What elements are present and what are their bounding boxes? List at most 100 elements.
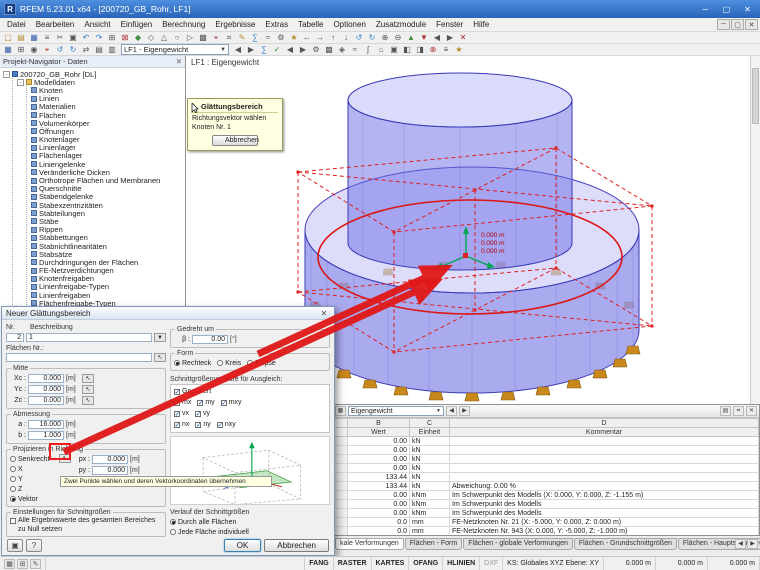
selected-node-marker[interactable]	[463, 253, 468, 258]
table-prev-button[interactable]: ◀	[446, 406, 457, 416]
table-tab[interactable]: Flächen - globale Verformungen	[463, 538, 573, 550]
table-loadcase-combo[interactable]: Eigengewicht ▼	[348, 406, 444, 416]
sg-checkbox[interactable]: my	[197, 398, 214, 408]
toolbar-icon[interactable]: ▩	[197, 32, 209, 43]
radio-option[interactable]: Ellipse	[247, 358, 276, 368]
toolbar-icon[interactable]: ⚙	[310, 44, 322, 55]
pick-button[interactable]: ↖	[154, 353, 166, 362]
radio-option[interactable]: Kreis	[217, 358, 241, 368]
numeric-field[interactable]: 0.000	[92, 455, 128, 464]
cell-wert[interactable]: 0.00	[348, 509, 410, 518]
cell-einheit[interactable]: kN	[410, 482, 450, 491]
collapse-icon[interactable]: -	[17, 79, 24, 86]
cell-einheit[interactable]: kN	[410, 446, 450, 455]
toolbar-icon[interactable]: ↺	[54, 44, 66, 55]
table-tab[interactable]: Flächen - Form	[405, 538, 462, 550]
toolbar-icon[interactable]: ⊞	[15, 44, 27, 55]
toolbar-icon[interactable]: ○	[171, 32, 183, 43]
column-letter[interactable]: B	[348, 419, 410, 428]
dialog-close-icon[interactable]: ✕	[318, 309, 330, 318]
radio-option[interactable]: Rechteck	[174, 358, 211, 368]
cell-wert[interactable]: 133.44	[348, 473, 410, 482]
maximize-button[interactable]: ▢	[718, 3, 735, 16]
table-row[interactable]: 0.00kNmIm Schwerpunkt des Modells (X: 0.…	[334, 491, 759, 500]
tree-root[interactable]: - 200720_GB_Rohr [DL]	[3, 70, 185, 78]
menu-item[interactable]: Bearbeiten	[31, 20, 80, 29]
sg-checkbox[interactable]: mxy	[221, 398, 242, 408]
cell-kommentar[interactable]	[450, 455, 759, 464]
cell-kommentar[interactable]: Im Schwerpunkt des Modells (X: 0.000, Y:…	[450, 491, 759, 500]
close-button[interactable]: ✕	[739, 3, 756, 16]
toolbar-icon[interactable]: ▤	[93, 44, 105, 55]
status-icon[interactable]: ▦	[4, 559, 15, 569]
table-next-button[interactable]: ▶	[459, 406, 470, 416]
toolbar-icon[interactable]: ◧	[401, 44, 413, 55]
cell-wert[interactable]: 0.00	[348, 446, 410, 455]
cell-kommentar[interactable]: Abweichung: 0.00 %	[450, 482, 759, 491]
sg-checkbox[interactable]: nx	[174, 420, 189, 430]
child-minimize-button[interactable]: ─	[717, 19, 730, 30]
column-header[interactable]: Kommentar	[450, 428, 759, 437]
toolbar-icon[interactable]: ◈	[336, 44, 348, 55]
chevron-down-icon[interactable]: ▼	[154, 333, 166, 342]
numeric-field[interactable]: 0.000	[92, 466, 128, 475]
cell-wert[interactable]: 0.00	[348, 455, 410, 464]
table-row[interactable]: 133.44kNAbweichung: 0.00 %	[334, 482, 759, 491]
toolbar-icon[interactable]: ∑	[249, 32, 261, 43]
sg-checkbox[interactable]: ny	[195, 420, 210, 430]
tooltip-cancel-button[interactable]: Abbrechen	[212, 135, 258, 146]
tabs-scroll-right-button[interactable]: ▶	[747, 539, 758, 549]
dialog-title-bar[interactable]: Neuer Glättungsbereich ✕	[2, 307, 334, 320]
toolbar-icon[interactable]: ▦	[2, 44, 14, 55]
toolbar-icon[interactable]: ≈	[349, 44, 361, 55]
toolbar-icon[interactable]: ▤	[15, 32, 27, 43]
toolbar-icon[interactable]: ⊕	[379, 32, 391, 43]
viewport-scrollbar[interactable]	[750, 56, 760, 404]
column-header[interactable]: Wert	[348, 428, 410, 437]
column-letter[interactable]: C	[410, 419, 450, 428]
toolbar-icon[interactable]: ∫	[362, 44, 374, 55]
table-row[interactable]: 0.00kNmIm Schwerpunkt des Modells	[334, 500, 759, 509]
cell-einheit[interactable]: mm	[410, 518, 450, 527]
table-row[interactable]: 0.00kN	[334, 437, 759, 446]
cell-wert[interactable]: 0.0	[348, 518, 410, 527]
beschreibung-field[interactable]: 1	[26, 333, 152, 342]
cell-wert[interactable]: 0.00	[348, 500, 410, 509]
menu-item[interactable]: Einfügen	[116, 20, 158, 29]
toolbar-icon[interactable]: ←	[301, 32, 313, 43]
menu-item[interactable]: Extras	[260, 20, 293, 29]
cell-einheit[interactable]: kN	[410, 437, 450, 446]
menu-item[interactable]: Ansicht	[79, 20, 115, 29]
sg-checkbox[interactable]: vy	[195, 409, 210, 419]
table-row[interactable]: 0.0mmFE-Netzknoten Nr. 943 (X: 0.000, Y:…	[334, 527, 759, 536]
toolbar-icon[interactable]: ▣	[67, 32, 79, 43]
cell-einheit[interactable]: kN	[410, 473, 450, 482]
cell-kommentar[interactable]	[450, 473, 759, 482]
toolbar-icon[interactable]: ↓	[340, 32, 352, 43]
status-toggle[interactable]: DXF	[480, 557, 503, 570]
toolbar-icon[interactable]: ⊖	[392, 32, 404, 43]
cell-wert[interactable]: 133.44	[348, 482, 410, 491]
radio-option[interactable]: Senkrecht	[10, 454, 56, 464]
vector-pick-button[interactable]: ↖	[59, 454, 71, 463]
cell-einheit[interactable]: kN	[410, 464, 450, 473]
cell-einheit[interactable]: kNm	[410, 509, 450, 518]
toolbar-icon[interactable]: ↻	[67, 44, 79, 55]
zero-values-checkbox[interactable]: Alle Ergebniswerte des gesamten Bereiche…	[10, 517, 162, 534]
status-icon[interactable]: ✎	[30, 559, 41, 569]
toolbar-icon[interactable]: ◆	[132, 32, 144, 43]
cancel-button[interactable]: Abbrechen	[264, 539, 329, 552]
cell-einheit[interactable]: mm	[410, 527, 450, 536]
radio-option[interactable]: X	[10, 464, 56, 474]
menu-item[interactable]: Ergebnisse	[210, 20, 260, 29]
toolbar-icon[interactable]: ◇	[145, 32, 157, 43]
table-filter-button[interactable]: ▤	[720, 406, 731, 416]
toolbar-icon[interactable]: ⌖	[41, 44, 53, 55]
radio-option[interactable]: Z	[10, 484, 56, 494]
toolbar-icon[interactable]: ⚙	[275, 32, 287, 43]
toolbar-icon[interactable]: ↑	[327, 32, 339, 43]
pick-button[interactable]: ↖	[82, 385, 94, 394]
toolbar-icon[interactable]: ↺	[353, 32, 365, 43]
beta-field[interactable]: 0.00	[192, 335, 228, 344]
toolbar-icon[interactable]: ↻	[366, 32, 378, 43]
